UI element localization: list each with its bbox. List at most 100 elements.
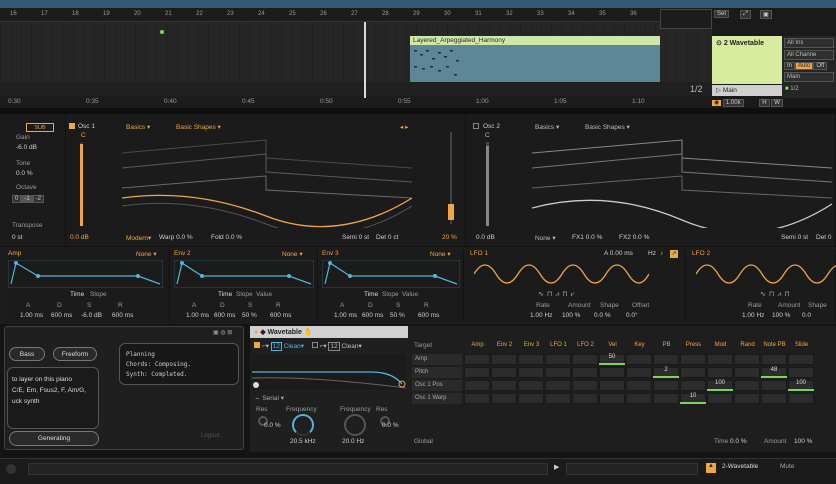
osc2-detune[interactable]: Det 0 <box>816 234 832 241</box>
matrix-cell[interactable] <box>707 393 733 404</box>
bar-number[interactable]: 20 <box>134 11 141 17</box>
expand-icon[interactable]: ⤢ <box>740 10 751 19</box>
lfo2-waveform[interactable] <box>696 262 836 286</box>
osc1-position-value[interactable]: 20 % <box>442 234 457 241</box>
env3-time-tab[interactable]: Time <box>364 291 378 298</box>
param-value[interactable]: 600 ms <box>51 312 72 319</box>
selected-track-label[interactable]: 2-Wavetable <box>722 463 758 470</box>
matrix-cell[interactable] <box>626 354 652 365</box>
matrix-cell[interactable] <box>599 367 625 378</box>
prompt-input[interactable]: to layer on this piano C/E, Em, Fsus2, F… <box>7 367 99 429</box>
matrix-cell[interactable] <box>734 367 760 378</box>
power-icon[interactable]: ● <box>254 329 258 336</box>
time-marker[interactable]: 0:35 <box>86 98 99 105</box>
playhead[interactable] <box>364 22 366 98</box>
lfo1-waveform[interactable] <box>474 262 649 286</box>
amp-env-target-select[interactable]: None ▾ <box>136 250 157 258</box>
bar-number[interactable]: 28 <box>382 11 389 17</box>
osc2-fx1[interactable]: FX1 0.0 % <box>572 234 602 241</box>
matrix-cell-value[interactable]: 2 <box>653 367 679 378</box>
octave-selector[interactable]: 0 -1 -2 <box>12 195 45 203</box>
global-amount-value[interactable]: 100 % <box>794 438 812 445</box>
filter-routing-select[interactable]: ⇔ Serial ▾ <box>254 394 284 402</box>
osc1-warp[interactable]: Warp 0.0 % <box>159 234 193 241</box>
input-channel-select[interactable]: All Channe <box>784 50 834 60</box>
matrix-cell[interactable] <box>518 393 544 404</box>
loop-marker-icon[interactable] <box>160 30 164 34</box>
osc1-fold[interactable]: Fold 0.0 % <box>211 234 242 241</box>
bar-number[interactable]: 35 <box>599 11 606 17</box>
output-select[interactable]: Main <box>784 72 834 82</box>
tab-bass[interactable]: Bass <box>9 347 45 361</box>
matrix-cell[interactable] <box>464 393 490 404</box>
matrix-cell-value[interactable]: 100 <box>707 380 733 391</box>
param-value[interactable]: 50 % <box>390 312 405 319</box>
bar-number[interactable]: 25 <box>289 11 296 17</box>
matrix-cell[interactable] <box>761 354 787 365</box>
filter2-circuit-select[interactable]: Clean▾ <box>342 343 362 350</box>
set-button[interactable]: Set <box>714 10 730 18</box>
matrix-row-label[interactable]: Osc 1 Warp <box>412 393 462 404</box>
amp-env-slope-tab[interactable]: Slope <box>90 291 107 298</box>
filter1-circuit-select[interactable]: Clean▾ <box>284 343 304 350</box>
device-fold-icon[interactable]: ◆ <box>260 329 265 336</box>
matrix-row-label[interactable]: Osc 1 Pos <box>412 380 462 391</box>
matrix-cell[interactable] <box>653 393 679 404</box>
time-ruler[interactable]: 0:30 0:35 0:40 0:45 0:50 0:55 1:00 1:05 1:10 <box>0 96 712 108</box>
env2-target-select[interactable]: None ▾ <box>282 250 303 258</box>
matrix-cell-value[interactable]: 10 <box>680 393 706 404</box>
matrix-cell[interactable] <box>572 380 598 391</box>
param-value[interactable]: 1.00 Hz <box>530 312 552 319</box>
matrix-cell[interactable] <box>734 354 760 365</box>
matrix-cell[interactable] <box>734 393 760 404</box>
tone-value[interactable]: 0.0 % <box>16 170 33 177</box>
bar-number[interactable]: 24 <box>258 11 265 17</box>
device-title-bar[interactable]: ● ◆ Wavetable ✋ <box>250 326 408 338</box>
matrix-cell[interactable] <box>653 380 679 391</box>
matrix-cell[interactable] <box>545 367 571 378</box>
matrix-cell[interactable] <box>518 354 544 365</box>
main-output-label[interactable]: ▷ Main <box>712 85 782 96</box>
generating-button[interactable]: Generating <box>9 431 99 446</box>
matrix-cell[interactable] <box>761 393 787 404</box>
clip-title[interactable]: Layered_Arpeggiated_Harmony <box>410 36 660 45</box>
matrix-cell[interactable] <box>599 380 625 391</box>
bar-number[interactable]: 23 <box>227 11 234 17</box>
matrix-cell[interactable] <box>464 380 490 391</box>
env3-curve[interactable] <box>322 260 460 288</box>
matrix-cell[interactable] <box>491 367 517 378</box>
matrix-cell[interactable] <box>545 354 571 365</box>
osc2-mode-select[interactable]: None ▾ <box>535 234 556 242</box>
filter1-toggle[interactable] <box>254 342 260 348</box>
env2-curve[interactable] <box>174 260 314 288</box>
bar-number[interactable]: 19 <box>103 11 110 17</box>
bar-number[interactable]: 29 <box>413 11 420 17</box>
matrix-cell[interactable] <box>788 393 814 404</box>
param-value[interactable]: 100 % <box>562 312 580 319</box>
osc1-gain-slider[interactable] <box>80 142 83 226</box>
lfo1-retrigger-icon[interactable]: ↗ <box>670 250 678 258</box>
filter2-toggle[interactable] <box>311 342 318 348</box>
osc1-semi[interactable]: Semi 0 st <box>342 234 369 241</box>
matrix-cell[interactable] <box>626 380 652 391</box>
bar-number[interactable]: 36 <box>630 11 637 17</box>
bar-number[interactable]: 32 <box>506 11 513 17</box>
matrix-cell[interactable] <box>491 354 517 365</box>
filter2-type-icon[interactable]: ⌐▾ <box>320 343 327 350</box>
param-value[interactable]: 600 ms <box>362 312 383 319</box>
transpose-value[interactable]: 0 st <box>12 234 22 241</box>
osc1-mode-select[interactable]: Modern▾ <box>126 234 151 242</box>
param-value[interactable]: 0.0 <box>802 312 811 319</box>
fold-icon[interactable]: ⊙ <box>716 40 722 47</box>
filter2-freq-knob[interactable] <box>344 414 366 436</box>
volume-value[interactable]: 1.00k <box>722 99 744 107</box>
track-header[interactable]: ⊙ 2 Wavetable <box>712 36 782 84</box>
info-icon[interactable] <box>6 464 16 474</box>
osc1-level[interactable]: 0.0 dB <box>70 234 89 241</box>
param-value[interactable]: 600 ms <box>214 312 235 319</box>
bar-ruler[interactable]: 16 17 18 19 20 21 22 23 24 25 26 27 28 29 30 31 32 33 34 35… <box>0 8 712 22</box>
matrix-cell[interactable] <box>491 393 517 404</box>
hot-swap-icon[interactable]: ✋ <box>304 329 313 336</box>
matrix-cell[interactable] <box>545 393 571 404</box>
matrix-cell[interactable] <box>572 354 598 365</box>
